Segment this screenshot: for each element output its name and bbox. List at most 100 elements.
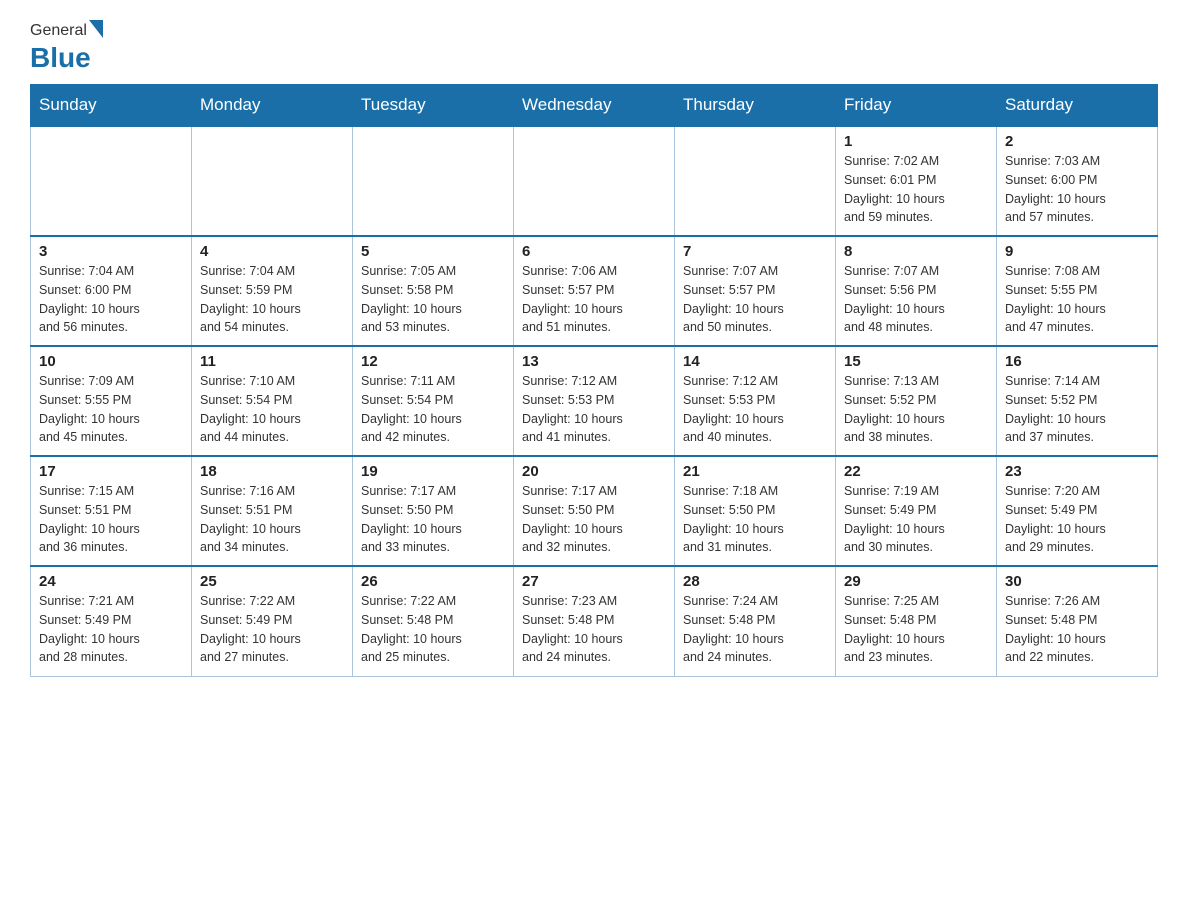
- calendar-cell: 9Sunrise: 7:08 AMSunset: 5:55 PMDaylight…: [997, 236, 1158, 346]
- day-info: Sunrise: 7:12 AMSunset: 5:53 PMDaylight:…: [683, 372, 827, 447]
- day-number: 12: [361, 353, 505, 370]
- day-info: Sunrise: 7:05 AMSunset: 5:58 PMDaylight:…: [361, 262, 505, 337]
- day-number: 18: [200, 463, 344, 480]
- day-number: 2: [1005, 133, 1149, 150]
- day-number: 10: [39, 353, 183, 370]
- day-number: 14: [683, 353, 827, 370]
- weekday-saturday: Saturday: [997, 85, 1158, 127]
- calendar-cell: 11 Sunrise: 7:10 AMSunset: 5:54 PMDayligh…: [192, 346, 353, 456]
- week-row-3: 10 Sunrise: 7:09 AMSunset: 5:55 PMDayligh…: [31, 346, 1158, 456]
- day-info: Sunrise: 7:26 AMSunset: 5:48 PMDaylight:…: [1005, 592, 1149, 667]
- header: General Blue: [30, 20, 1158, 74]
- calendar-cell: 21 Sunrise: 7:18 AMSunset: 5:50 PMDayligh…: [675, 456, 836, 566]
- calendar-cell: 2 Sunrise: 7:03 AMSunset: 6:00 PMDaylight…: [997, 126, 1158, 236]
- day-number: 5: [361, 243, 505, 260]
- day-info: Sunrise: 7:07 AMSunset: 5:57 PMDaylight:…: [683, 262, 827, 337]
- day-info: Sunrise: 7:15 AMSunset: 5:51 PMDaylight:…: [39, 482, 183, 557]
- day-number: 29: [844, 573, 988, 590]
- calendar-cell: 13 Sunrise: 7:12 AMSunset: 5:53 PMDayligh…: [514, 346, 675, 456]
- day-info: Sunrise: 7:07 AMSunset: 5:56 PMDaylight:…: [844, 262, 988, 337]
- calendar-cell: 28Sunrise: 7:24 AMSunset: 5:48 PMDayligh…: [675, 566, 836, 676]
- logo-arrow-icon: [89, 20, 103, 38]
- day-number: 24: [39, 573, 183, 590]
- day-info: Sunrise: 7:11 AMSunset: 5:54 PMDaylight:…: [361, 372, 505, 447]
- calendar-cell: 23 Sunrise: 7:20 AMSunset: 5:49 PMDayligh…: [997, 456, 1158, 566]
- day-info: Sunrise: 7:09 AMSunset: 5:55 PMDaylight:…: [39, 372, 183, 447]
- day-info: Sunrise: 7:13 AMSunset: 5:52 PMDaylight:…: [844, 372, 988, 447]
- day-info: Sunrise: 7:20 AMSunset: 5:49 PMDaylight:…: [1005, 482, 1149, 557]
- day-info: Sunrise: 7:17 AMSunset: 5:50 PMDaylight:…: [361, 482, 505, 557]
- day-number: 21: [683, 463, 827, 480]
- day-info: Sunrise: 7:12 AMSunset: 5:53 PMDaylight:…: [522, 372, 666, 447]
- day-info: Sunrise: 7:23 AMSunset: 5:48 PMDaylight:…: [522, 592, 666, 667]
- calendar-cell: 25Sunrise: 7:22 AMSunset: 5:49 PMDayligh…: [192, 566, 353, 676]
- day-number: 20: [522, 463, 666, 480]
- logo-general-text: General: [30, 22, 87, 40]
- day-info: Sunrise: 7:14 AMSunset: 5:52 PMDaylight:…: [1005, 372, 1149, 447]
- calendar-cell: [192, 126, 353, 236]
- calendar-cell: 16 Sunrise: 7:14 AMSunset: 5:52 PMDayligh…: [997, 346, 1158, 456]
- calendar-cell: 14 Sunrise: 7:12 AMSunset: 5:53 PMDayligh…: [675, 346, 836, 456]
- day-number: 11: [200, 353, 344, 370]
- day-info: Sunrise: 7:19 AMSunset: 5:49 PMDaylight:…: [844, 482, 988, 557]
- week-row-2: 3Sunrise: 7:04 AMSunset: 6:00 PMDaylight…: [31, 236, 1158, 346]
- day-number: 25: [200, 573, 344, 590]
- day-info: Sunrise: 7:08 AMSunset: 5:55 PMDaylight:…: [1005, 262, 1149, 337]
- calendar-cell: 15 Sunrise: 7:13 AMSunset: 5:52 PMDayligh…: [836, 346, 997, 456]
- day-info: Sunrise: 7:21 AMSunset: 5:49 PMDaylight:…: [39, 592, 183, 667]
- calendar-cell: 19 Sunrise: 7:17 AMSunset: 5:50 PMDayligh…: [353, 456, 514, 566]
- weekday-header-row: SundayMondayTuesdayWednesdayThursdayFrid…: [31, 85, 1158, 127]
- day-number: 22: [844, 463, 988, 480]
- day-info: Sunrise: 7:04 AMSunset: 5:59 PMDaylight:…: [200, 262, 344, 337]
- day-number: 3: [39, 243, 183, 260]
- weekday-thursday: Thursday: [675, 85, 836, 127]
- day-info: Sunrise: 7:03 AMSunset: 6:00 PMDaylight:…: [1005, 152, 1149, 227]
- day-info: Sunrise: 7:16 AMSunset: 5:51 PMDaylight:…: [200, 482, 344, 557]
- day-info: Sunrise: 7:06 AMSunset: 5:57 PMDaylight:…: [522, 262, 666, 337]
- calendar: SundayMondayTuesdayWednesdayThursdayFrid…: [30, 84, 1158, 677]
- day-number: 23: [1005, 463, 1149, 480]
- calendar-cell: 1 Sunrise: 7:02 AMSunset: 6:01 PMDaylight…: [836, 126, 997, 236]
- day-number: 13: [522, 353, 666, 370]
- weekday-wednesday: Wednesday: [514, 85, 675, 127]
- logo: General Blue: [30, 20, 103, 74]
- day-info: Sunrise: 7:22 AMSunset: 5:48 PMDaylight:…: [361, 592, 505, 667]
- day-info: Sunrise: 7:10 AMSunset: 5:54 PMDaylight:…: [200, 372, 344, 447]
- calendar-cell: [353, 126, 514, 236]
- calendar-cell: 5 Sunrise: 7:05 AMSunset: 5:58 PMDaylight…: [353, 236, 514, 346]
- calendar-cell: [31, 126, 192, 236]
- calendar-cell: 6Sunrise: 7:06 AMSunset: 5:57 PMDaylight…: [514, 236, 675, 346]
- day-info: Sunrise: 7:02 AMSunset: 6:01 PMDaylight:…: [844, 152, 988, 227]
- day-info: Sunrise: 7:24 AMSunset: 5:48 PMDaylight:…: [683, 592, 827, 667]
- calendar-cell: 30 Sunrise: 7:26 AMSunset: 5:48 PMDayligh…: [997, 566, 1158, 676]
- calendar-cell: [514, 126, 675, 236]
- calendar-cell: 10 Sunrise: 7:09 AMSunset: 5:55 PMDayligh…: [31, 346, 192, 456]
- day-number: 19: [361, 463, 505, 480]
- calendar-cell: 27Sunrise: 7:23 AMSunset: 5:48 PMDayligh…: [514, 566, 675, 676]
- weekday-monday: Monday: [192, 85, 353, 127]
- day-number: 15: [844, 353, 988, 370]
- calendar-cell: 4 Sunrise: 7:04 AMSunset: 5:59 PMDaylight…: [192, 236, 353, 346]
- day-number: 26: [361, 573, 505, 590]
- calendar-cell: 22 Sunrise: 7:19 AMSunset: 5:49 PMDayligh…: [836, 456, 997, 566]
- calendar-cell: 12 Sunrise: 7:11 AMSunset: 5:54 PMDayligh…: [353, 346, 514, 456]
- day-number: 1: [844, 133, 988, 150]
- calendar-cell: 29Sunrise: 7:25 AMSunset: 5:48 PMDayligh…: [836, 566, 997, 676]
- calendar-cell: 26 Sunrise: 7:22 AMSunset: 5:48 PMDayligh…: [353, 566, 514, 676]
- calendar-cell: 7Sunrise: 7:07 AMSunset: 5:57 PMDaylight…: [675, 236, 836, 346]
- day-number: 30: [1005, 573, 1149, 590]
- logo-blue-text: Blue: [30, 42, 91, 74]
- calendar-cell: 18 Sunrise: 7:16 AMSunset: 5:51 PMDayligh…: [192, 456, 353, 566]
- week-row-1: 1 Sunrise: 7:02 AMSunset: 6:01 PMDaylight…: [31, 126, 1158, 236]
- day-info: Sunrise: 7:17 AMSunset: 5:50 PMDaylight:…: [522, 482, 666, 557]
- calendar-cell: [675, 126, 836, 236]
- day-number: 8: [844, 243, 988, 260]
- calendar-cell: 3Sunrise: 7:04 AMSunset: 6:00 PMDaylight…: [31, 236, 192, 346]
- week-row-5: 24 Sunrise: 7:21 AMSunset: 5:49 PMDayligh…: [31, 566, 1158, 676]
- day-number: 4: [200, 243, 344, 260]
- weekday-friday: Friday: [836, 85, 997, 127]
- day-number: 16: [1005, 353, 1149, 370]
- day-info: Sunrise: 7:18 AMSunset: 5:50 PMDaylight:…: [683, 482, 827, 557]
- calendar-cell: 17 Sunrise: 7:15 AMSunset: 5:51 PMDayligh…: [31, 456, 192, 566]
- day-number: 17: [39, 463, 183, 480]
